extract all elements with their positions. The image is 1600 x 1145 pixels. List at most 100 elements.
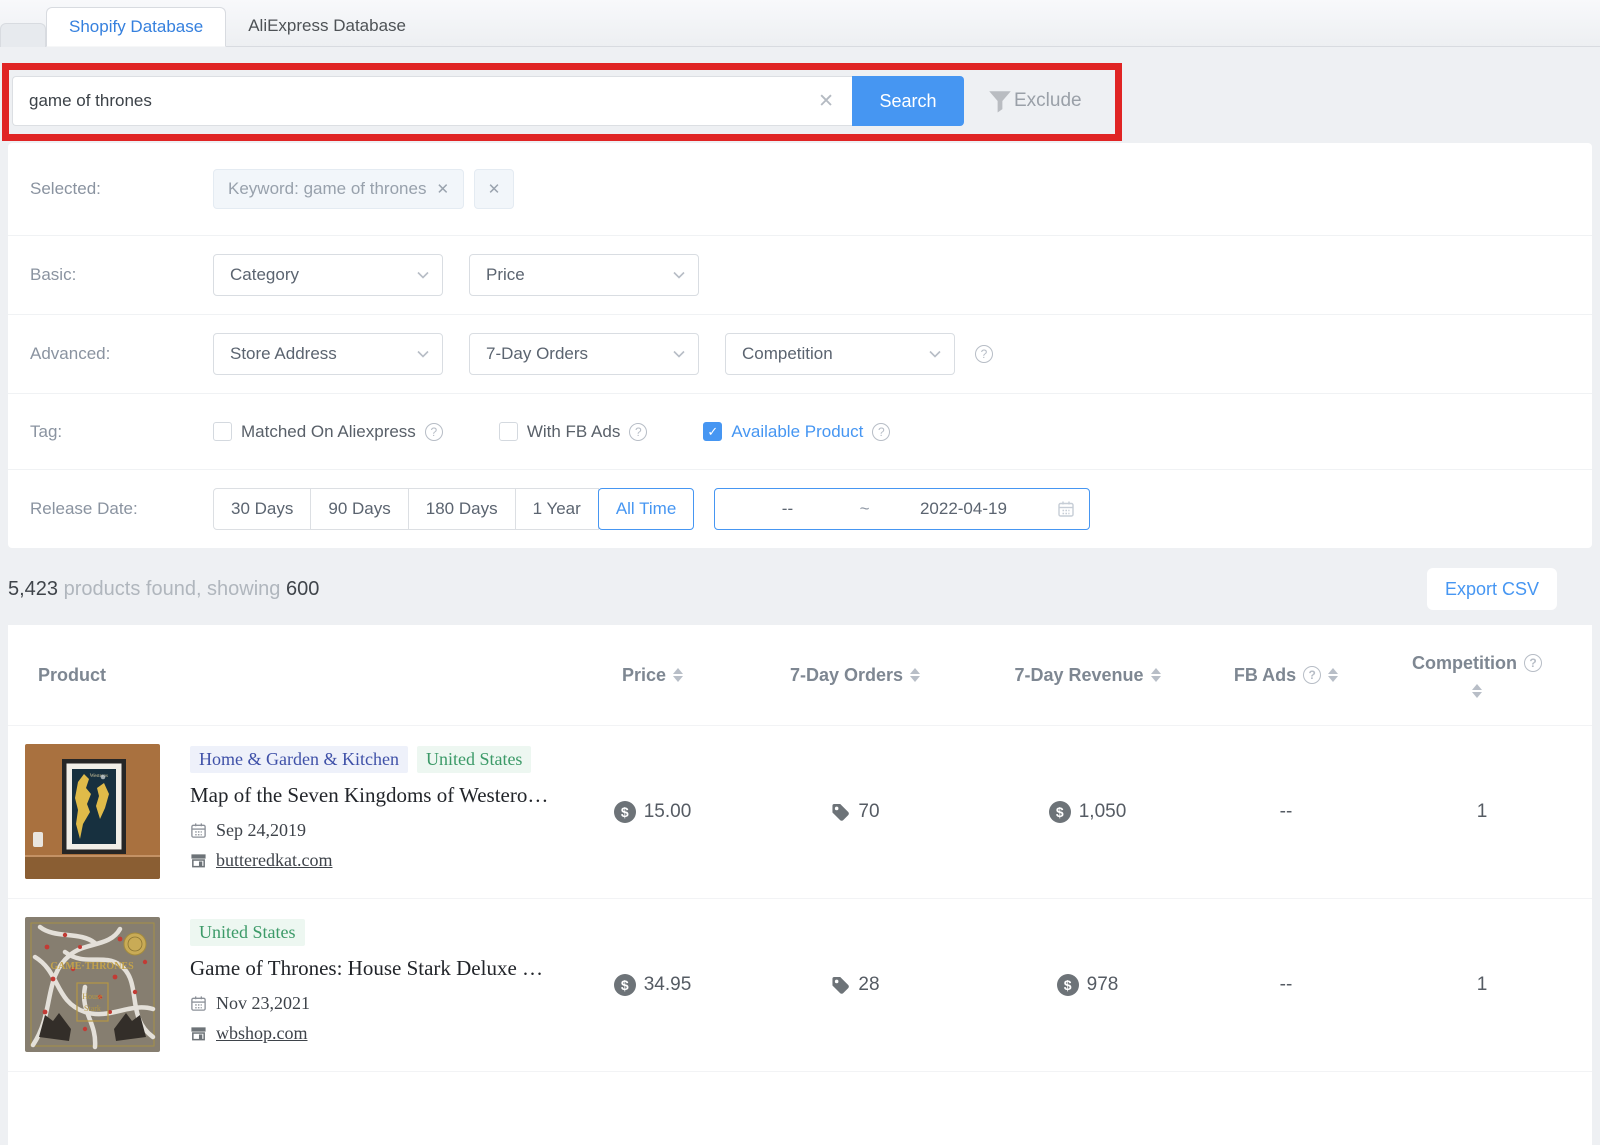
results-summary: 5,423 products found, showing 600	[8, 578, 319, 601]
calendar-icon	[190, 995, 207, 1012]
col-competition[interactable]: Competition ?	[1372, 639, 1592, 711]
price-cell: $ 34.95	[570, 899, 735, 1071]
help-icon[interactable]: ?	[1303, 666, 1321, 684]
tag-icon	[830, 975, 850, 995]
category-badge: Home & Garden & Kitchen	[190, 746, 408, 773]
help-icon[interactable]: ?	[872, 423, 890, 441]
checkbox-unchecked[interactable]	[499, 422, 518, 441]
release-date-value: Sep 24,2019	[216, 820, 306, 841]
products-table: Product Price 7-Day Orders 7-Day Revenue…	[8, 625, 1592, 1145]
col-7day-orders[interactable]: 7-Day Orders	[735, 639, 975, 711]
competition-cell: 1	[1372, 726, 1592, 898]
chevron-down-icon	[928, 347, 942, 361]
tab-aliexpress-database[interactable]: AliExpress Database	[226, 6, 428, 46]
tag-icon	[830, 802, 850, 822]
remove-keyword-icon[interactable]: ✕	[436, 180, 449, 198]
sort-icon[interactable]	[1151, 668, 1161, 682]
release-all-time[interactable]: All Time	[598, 488, 694, 530]
chevron-down-icon	[672, 347, 686, 361]
date-tilde: ~	[860, 499, 870, 519]
col-product: Product	[8, 639, 570, 711]
release-date-value: Nov 23,2021	[216, 993, 310, 1014]
checkbox-checked[interactable]	[703, 422, 722, 441]
tag-matched-on-aliexpress[interactable]: Matched On Aliexpress ?	[213, 422, 443, 442]
selected-keyword-chip[interactable]: Keyword: game of thrones ✕	[213, 169, 464, 209]
orders-cell: 28	[735, 899, 975, 1071]
exclude-filter[interactable]: Exclude	[986, 87, 1082, 115]
chevron-down-icon	[416, 268, 430, 282]
tag-text: Matched On Aliexpress	[241, 422, 416, 442]
product-info: United States Game of Thrones: House Sta…	[190, 917, 543, 1053]
selected-keyword-text: Keyword: game of thrones	[228, 179, 426, 199]
competition-cell: 1	[1372, 899, 1592, 1071]
tab-label: Shopify Database	[69, 17, 203, 37]
release-90-days[interactable]: 90 Days	[310, 488, 408, 530]
tag-with-fb-ads[interactable]: With FB Ads ?	[499, 422, 648, 442]
help-icon[interactable]: ?	[1524, 654, 1542, 672]
search-input[interactable]	[29, 91, 816, 111]
dollar-icon: $	[614, 801, 636, 823]
release-1-year[interactable]: 1 Year	[515, 488, 599, 530]
sort-icon[interactable]	[1472, 684, 1482, 698]
date-from[interactable]: --	[715, 499, 859, 519]
product-image-book[interactable]: GAME·THRONES House Stark	[25, 917, 160, 1052]
checkbox-unchecked[interactable]	[213, 422, 232, 441]
competition-dropdown[interactable]: Competition	[725, 333, 955, 375]
fb-ads-cell: --	[1200, 899, 1372, 1071]
release-30-days[interactable]: 30 Days	[213, 488, 311, 530]
help-icon[interactable]: ?	[425, 423, 443, 441]
calendar-icon	[190, 822, 207, 839]
svg-text:Stark: Stark	[84, 1004, 101, 1013]
sort-icon[interactable]	[910, 668, 920, 682]
svg-text:GAME·THRONES: GAME·THRONES	[50, 961, 134, 972]
store-domain-link[interactable]: butteredkat.com	[216, 850, 332, 871]
orders-dropdown[interactable]: 7-Day Orders	[469, 333, 699, 375]
tag-available-product[interactable]: Available Product ?	[703, 422, 890, 442]
dollar-icon: $	[1049, 801, 1071, 823]
sort-icon[interactable]	[1328, 668, 1338, 682]
chevron-down-icon	[672, 268, 686, 282]
price-dropdown[interactable]: Price	[469, 254, 699, 296]
table-row: GAME·THRONES House Stark United States G…	[8, 898, 1592, 1071]
product-title[interactable]: Map of the Seven Kingdoms of Westero…	[190, 783, 548, 808]
clear-search-icon[interactable]: ✕	[816, 90, 836, 113]
selected-row: Selected: Keyword: game of thrones ✕ ✕	[8, 143, 1592, 235]
category-dropdown[interactable]: Category	[213, 254, 443, 296]
product-title[interactable]: Game of Thrones: House Stark Deluxe …	[190, 956, 543, 981]
store-icon	[190, 1025, 207, 1042]
release-180-days[interactable]: 180 Days	[408, 488, 516, 530]
store-address-dropdown[interactable]: Store Address	[213, 333, 443, 375]
tab-shopify-database[interactable]: Shopify Database	[46, 7, 226, 47]
release-date-label: Release Date:	[30, 499, 213, 519]
dropdown-value: 7-Day Orders	[486, 344, 588, 364]
dropdown-value: Price	[486, 265, 525, 285]
clear-all-chip[interactable]: ✕	[474, 169, 514, 209]
help-icon[interactable]: ?	[975, 345, 993, 363]
col-fb-ads[interactable]: FB Ads ?	[1200, 639, 1372, 711]
revenue-cell: $ 1,050	[975, 726, 1200, 898]
product-cell: GAME·THRONES House Stark United States G…	[8, 899, 570, 1071]
search-input-box: ✕	[12, 76, 852, 126]
search-button[interactable]: Search	[852, 76, 964, 126]
tag-text: Available Product	[731, 422, 863, 442]
store-domain-link[interactable]: wbshop.com	[216, 1023, 308, 1044]
svg-text:Westeros: Westeros	[90, 774, 108, 779]
search-region: ✕ Search Exclude	[0, 47, 1600, 143]
basic-row: Basic: Category Price	[8, 235, 1592, 314]
export-csv-button[interactable]: Export CSV	[1427, 568, 1557, 610]
col-price[interactable]: Price	[570, 639, 735, 711]
sort-icon[interactable]	[673, 668, 683, 682]
help-icon[interactable]: ?	[629, 423, 647, 441]
country-badge: United States	[417, 746, 532, 773]
release-date-row: Release Date: 30 Days 90 Days 180 Days 1…	[8, 469, 1592, 548]
date-to[interactable]: 2022-04-19	[870, 499, 1058, 519]
dropdown-value: Category	[230, 265, 299, 285]
date-range-picker[interactable]: -- ~ 2022-04-19	[714, 488, 1090, 530]
fb-ads-cell: --	[1200, 726, 1372, 898]
product-image-map[interactable]: Westeros	[25, 744, 160, 879]
filter-panel: Selected: Keyword: game of thrones ✕ ✕ B…	[8, 143, 1592, 548]
col-7day-revenue[interactable]: 7-Day Revenue	[975, 639, 1200, 711]
advanced-label: Advanced:	[30, 344, 213, 364]
tag-text: With FB Ads	[527, 422, 621, 442]
revenue-cell: $ 978	[975, 899, 1200, 1071]
